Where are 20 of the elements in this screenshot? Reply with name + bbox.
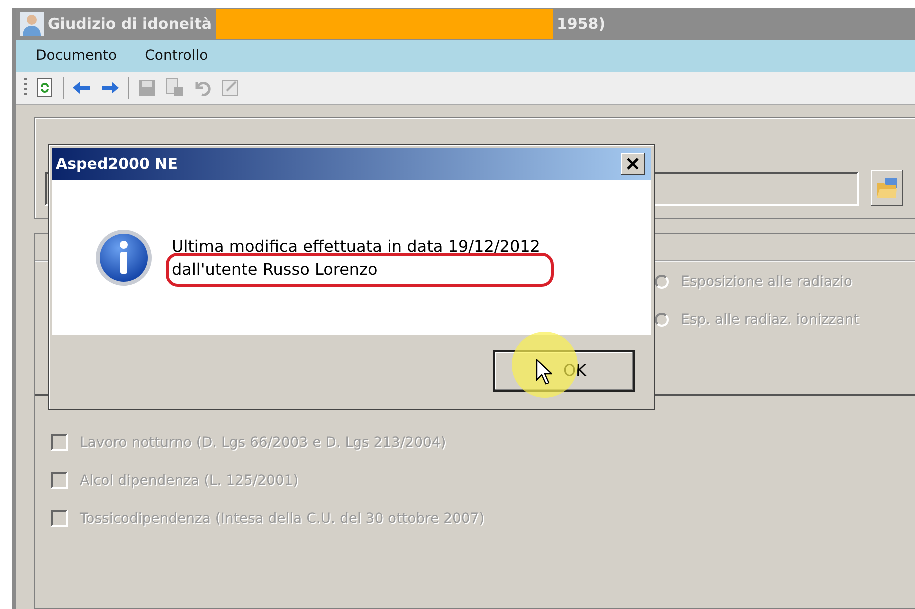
- message-text: Ultima modifica effettuata in data 19/12/2012: [172, 236, 540, 256]
- browse-button[interactable]: [871, 170, 903, 206]
- window-title: 1958): [556, 15, 606, 33]
- close-icon: [627, 158, 639, 170]
- window-title: Giudizio di idoneità: [48, 15, 212, 33]
- dialog-title: Asped2000 NE: [56, 155, 178, 173]
- message-text: dall'utente Russo Lorenzo: [172, 260, 378, 278]
- checkbox-label: Tossicodipendenza (Intesa della C.U. del 30 ottobre 2007): [80, 510, 485, 526]
- checkbox-label: Alcol dipendenza (L. 125/2001): [80, 472, 299, 488]
- cursor-icon: [536, 359, 552, 385]
- user-icon: [20, 12, 44, 36]
- radio-label: Esp. alle radiaz. ionizzant: [681, 312, 860, 328]
- menu-item[interactable]: Documento: [22, 48, 132, 64]
- folder-icon: [876, 177, 898, 199]
- radio-label: Esposizione alle radiazio: [681, 274, 852, 290]
- refresh-icon[interactable]: [35, 78, 55, 98]
- checkbox-label: Lavoro notturno (D. Lgs 66/2003 e D. Lgs 213/2004): [80, 434, 446, 450]
- info-icon: [94, 228, 154, 288]
- menu-item[interactable]: Controllo: [131, 48, 222, 64]
- close-button[interactable]: [621, 153, 645, 175]
